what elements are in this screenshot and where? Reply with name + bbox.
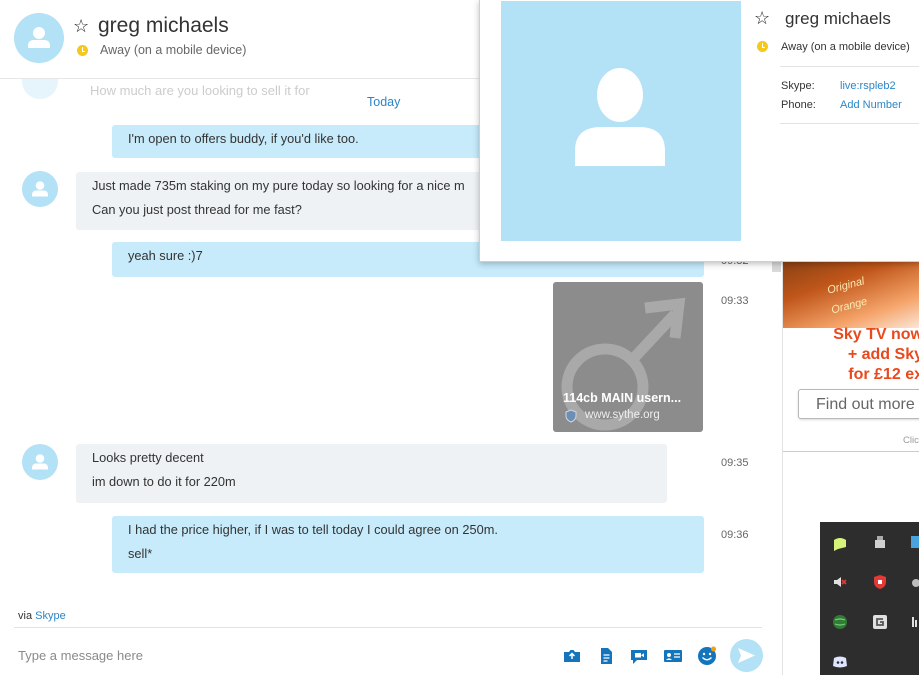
- video-message-icon[interactable]: [629, 646, 649, 666]
- send-files-icon[interactable]: [562, 646, 582, 666]
- message-input[interactable]: [18, 645, 538, 665]
- away-status-icon: [757, 41, 768, 52]
- ad-sticker-text: Original: [826, 275, 866, 297]
- outgoing-message[interactable]: I had the price higher, if I was to tell…: [112, 516, 704, 573]
- person-icon: [575, 68, 665, 166]
- speaker-muted-icon[interactable]: [832, 574, 848, 590]
- send-arrow-icon: [738, 648, 755, 663]
- app-g-icon[interactable]: [872, 614, 888, 630]
- skype-id-label: Skype:: [781, 80, 815, 92]
- send-button[interactable]: [730, 639, 763, 672]
- day-separator: Today: [367, 95, 401, 109]
- contact-status: Away (on a mobile device): [100, 43, 247, 57]
- compose-divider: [14, 627, 762, 628]
- message-text: Just made 735m staking on my pure today …: [92, 178, 465, 193]
- person-icon: [28, 27, 50, 48]
- person-icon: [32, 454, 48, 470]
- document-icon[interactable]: [596, 646, 616, 666]
- message-time: 09:33: [721, 295, 749, 307]
- message-text: im down to do it for 220m: [92, 474, 236, 489]
- ad-headline: Sky TV now: [833, 326, 919, 343]
- display-icon[interactable]: [910, 534, 919, 550]
- emoticon-icon[interactable]: [697, 646, 717, 666]
- profile-divider: [780, 66, 919, 67]
- favorite-star-icon[interactable]: ☆: [754, 9, 770, 27]
- ad-headline: + add Sky: [847, 346, 919, 363]
- incoming-message[interactable]: Just made 735m staking on my pure today …: [76, 172, 496, 230]
- message-text: Looks pretty decent: [92, 450, 204, 465]
- message-text: I had the price higher, if I was to tell…: [128, 522, 498, 537]
- profile-divider: [780, 123, 919, 124]
- link-title: 114cb MAIN usern...: [563, 391, 682, 405]
- network-icon[interactable]: [910, 614, 919, 630]
- message-time: 09:36: [721, 529, 749, 541]
- ad-headline: for £12 ex: [848, 366, 919, 383]
- cloud-icon[interactable]: [910, 574, 919, 590]
- via-prefix: via: [18, 610, 33, 622]
- skype-id-value[interactable]: live:rspleb2: [840, 80, 896, 92]
- globe-icon[interactable]: [832, 614, 848, 630]
- favorite-star-icon[interactable]: ☆: [73, 17, 89, 35]
- advertisement-panel[interactable]: Original Orange Sky TV now + add Sky for…: [783, 250, 919, 452]
- person-icon: [32, 181, 48, 197]
- contact-avatar: [22, 79, 58, 99]
- contact-name[interactable]: greg michaels: [98, 14, 229, 38]
- system-tray-overflow: [820, 522, 919, 675]
- chat-bubble-icon[interactable]: [832, 536, 848, 552]
- contact-avatar[interactable]: [22, 444, 58, 480]
- phone-label: Phone:: [781, 99, 816, 111]
- contact-avatar[interactable]: [14, 13, 64, 63]
- shield-icon: [565, 409, 577, 423]
- add-number-link[interactable]: Add Number: [840, 99, 902, 111]
- profile-status: Away (on a mobile device): [781, 41, 910, 53]
- incoming-message[interactable]: Looks pretty decent im down to do it for…: [76, 444, 667, 503]
- ad-sticker-text: Orange: [830, 295, 869, 317]
- security-shield-icon[interactable]: [872, 574, 888, 590]
- ad-footer-text: Clic: [903, 435, 919, 446]
- contact-profile-popup[interactable]: ☆ greg michaels Away (on a mobile device…: [479, 0, 919, 262]
- away-status-icon: [77, 45, 88, 56]
- via-skype-label: via Skype: [18, 610, 66, 622]
- discord-icon[interactable]: [832, 654, 848, 670]
- faded-message: How much are you looking to sell it for: [90, 83, 310, 98]
- link-url: www.sythe.org: [585, 409, 660, 421]
- usb-drive-icon[interactable]: [872, 534, 888, 550]
- profile-picture: [501, 1, 741, 241]
- contact-card-icon[interactable]: [663, 646, 683, 666]
- message-text: Can you just post thread for me fast?: [92, 202, 302, 217]
- link-preview-card[interactable]: 114cb MAIN usern... www.sythe.org: [553, 282, 703, 432]
- contact-avatar[interactable]: [22, 171, 58, 207]
- profile-name: greg michaels: [785, 9, 891, 28]
- message-time: 09:35: [721, 457, 749, 469]
- via-skype-link[interactable]: Skype: [35, 610, 66, 622]
- ad-find-out-more-button[interactable]: Find out more: [798, 389, 919, 419]
- message-text: sell*: [128, 546, 153, 561]
